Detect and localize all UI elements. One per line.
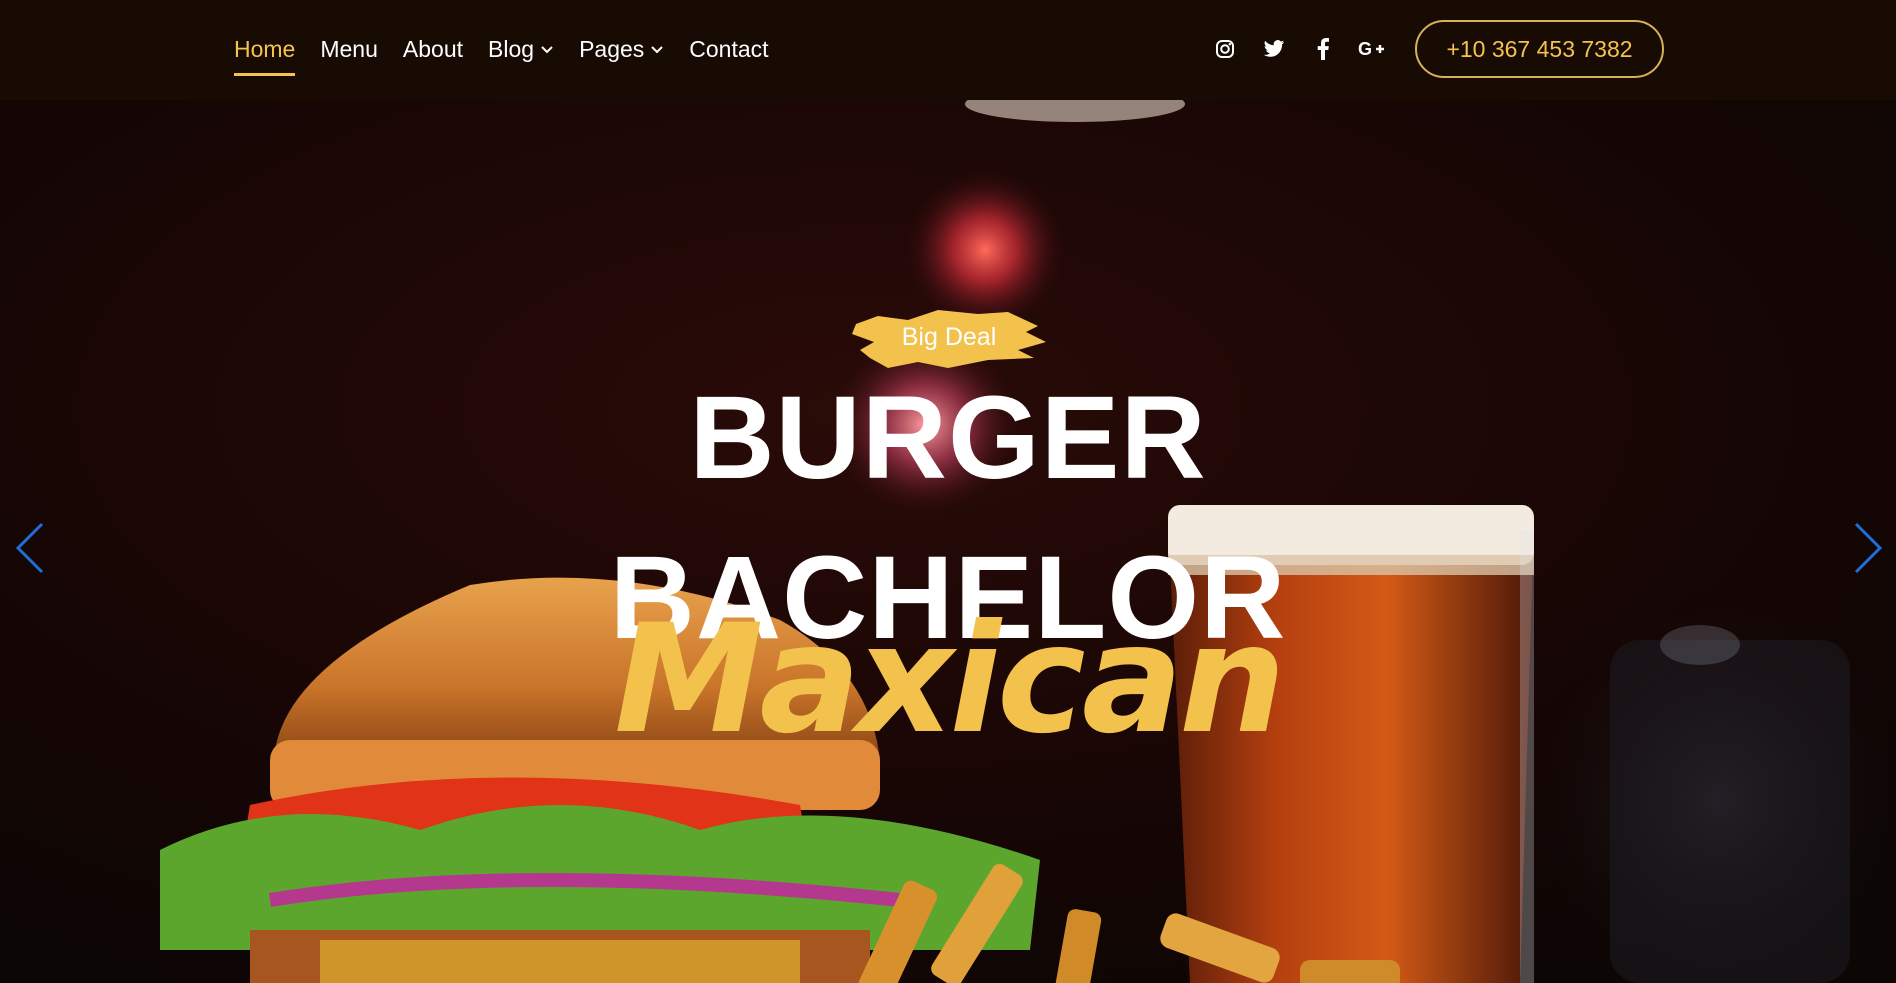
instagram-icon[interactable] xyxy=(1210,34,1240,64)
social-links: G xyxy=(1210,34,1406,64)
nav-menu[interactable]: Menu xyxy=(320,34,378,64)
nav-pages-label: Pages xyxy=(579,36,645,62)
phone-button[interactable]: +10 367 453 7382 xyxy=(1415,20,1664,78)
nav-home-label: Home xyxy=(234,36,296,62)
nav-pages-dropdown[interactable]: Pages xyxy=(579,34,664,64)
svg-text:G: G xyxy=(1358,39,1372,59)
nav-blog-label: Blog xyxy=(488,36,535,62)
chevron-down-icon xyxy=(650,44,664,54)
hero-slider: Big Deal BURGER BACHELOR Maxican xyxy=(0,100,1896,983)
twitter-icon[interactable] xyxy=(1259,34,1289,64)
navbar: Home Menu About Blog Pages Contact G +10… xyxy=(0,0,1896,100)
nav-blog-dropdown[interactable]: Blog xyxy=(488,34,554,64)
nav-menu-label: Menu xyxy=(320,36,378,62)
badge-label: Big Deal xyxy=(901,322,997,351)
nav-about-label: About xyxy=(402,36,464,62)
main-nav: Home Menu About Blog Pages Contact xyxy=(234,34,794,76)
nav-about[interactable]: About xyxy=(403,34,463,64)
hero-content: Big Deal BURGER BACHELOR Maxican xyxy=(0,100,1896,983)
big-deal-badge: Big Deal xyxy=(848,298,1050,376)
chevron-down-icon xyxy=(540,44,554,54)
facebook-icon[interactable] xyxy=(1308,34,1338,64)
nav-contact-label: Contact xyxy=(689,36,769,62)
hero-title-line1: BURGER xyxy=(689,372,1207,504)
chevron-right-icon[interactable] xyxy=(1848,518,1888,578)
nav-contact[interactable]: Contact xyxy=(689,34,768,64)
hero-script-text: Maxican xyxy=(614,593,1286,767)
phone-number: +10 367 453 7382 xyxy=(1446,35,1633,62)
nav-home[interactable]: Home xyxy=(234,34,296,76)
chevron-left-icon[interactable] xyxy=(10,518,50,578)
google-plus-icon[interactable]: G xyxy=(1357,34,1387,64)
